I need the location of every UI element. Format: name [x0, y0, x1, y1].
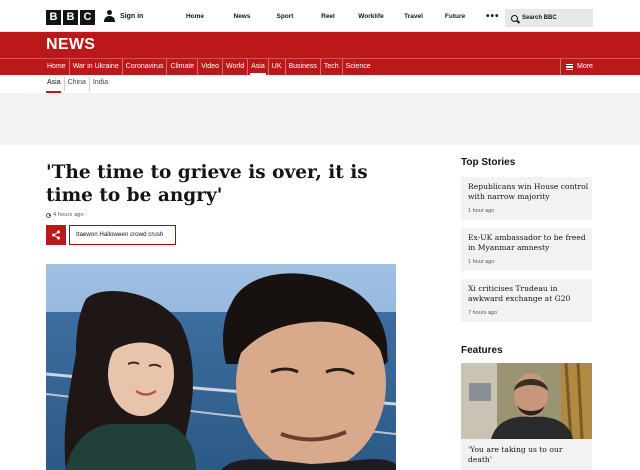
news-nav-asia[interactable]: Asia — [248, 59, 269, 75]
share-icon — [52, 230, 60, 240]
logo-letter-c: C — [80, 10, 95, 25]
timestamp-text: 4 hours ago — [53, 212, 84, 218]
more-menu-button[interactable]: ••• — [486, 11, 500, 22]
top-story-headline[interactable]: Republicans win House control with narro… — [468, 182, 590, 202]
global-nav-sport[interactable]: Sport — [264, 0, 306, 32]
news-banner: NEWS — [0, 32, 640, 58]
clock-icon — [46, 212, 51, 218]
article-timestamp: 4 hours ago — [46, 212, 84, 218]
news-nav-war-in-ukraine[interactable]: War in Ukraine — [70, 59, 123, 75]
advert-placeholder — [0, 93, 640, 145]
feature-headline[interactable]: 'You are taking us to our death' — [468, 445, 588, 465]
more-sections-label: More — [577, 63, 593, 70]
news-nav-home[interactable]: Home — [44, 59, 70, 75]
global-nav-travel[interactable]: Travel — [392, 0, 435, 32]
feature-image[interactable] — [461, 363, 592, 439]
global-nav-future[interactable]: Future — [435, 0, 475, 32]
global-nav-worklife[interactable]: Worklife — [350, 0, 392, 32]
sub-nav-china[interactable]: China — [65, 77, 90, 91]
top-story-time: 1 hour ago — [468, 208, 495, 214]
news-nav-science[interactable]: Science — [343, 59, 374, 75]
logo-letter-b2: B — [63, 10, 78, 25]
feature-card[interactable]: 'You are taking us to our death' — [461, 439, 592, 470]
user-icon — [104, 10, 115, 22]
top-stories-heading: Top Stories — [461, 157, 516, 168]
news-nav: Home War in Ukraine Coronavirus Climate … — [0, 58, 640, 75]
signin-link[interactable]: Sign in — [104, 10, 143, 22]
article-headline: 'The time to grieve is over, it is time … — [46, 162, 368, 206]
search-input[interactable]: Search BBC — [505, 9, 593, 27]
more-sections-button[interactable]: More — [560, 59, 593, 75]
top-story-headline[interactable]: Ex-UK ambassador to be freed in Myanmar … — [468, 233, 590, 253]
logo-letter-b1: B — [46, 10, 61, 25]
search-icon — [511, 14, 518, 22]
global-nav: Home News Sport Reel Worklife Travel Fut… — [170, 0, 475, 32]
news-nav-world[interactable]: World — [223, 59, 249, 75]
news-nav-uk[interactable]: UK — [269, 59, 286, 75]
news-nav-video[interactable]: Video — [198, 59, 223, 75]
news-nav-tech[interactable]: Tech — [321, 59, 343, 75]
top-story-time: 7 hours ago — [468, 310, 498, 316]
top-story-card[interactable]: Xi criticises Trudeau in awkward exchang… — [461, 279, 592, 322]
top-story-headline[interactable]: Xi criticises Trudeau in awkward exchang… — [468, 284, 590, 304]
top-story-card[interactable]: Ex-UK ambassador to be freed in Myanmar … — [461, 228, 592, 271]
global-nav-reel[interactable]: Reel — [306, 0, 350, 32]
global-nav-news[interactable]: News — [220, 0, 264, 32]
news-nav-business[interactable]: Business — [286, 59, 321, 75]
sub-nav-india[interactable]: India — [90, 77, 111, 91]
topic-tag[interactable]: Itaewon Halloween crowd crush — [69, 225, 176, 245]
article-photo — [46, 264, 396, 470]
top-story-card[interactable]: Republicans win House control with narro… — [461, 177, 592, 220]
global-header: B B C Sign in Home News Sport Reel Workl… — [0, 0, 640, 32]
news-nav-coronavirus[interactable]: Coronavirus — [123, 59, 168, 75]
news-nav-climate[interactable]: Climate — [167, 59, 199, 75]
share-button[interactable] — [46, 225, 66, 245]
bbc-logo[interactable]: B B C — [46, 10, 95, 25]
global-nav-home[interactable]: Home — [170, 0, 220, 32]
features-heading: Features — [461, 345, 503, 356]
hamburger-menu-icon — [566, 64, 573, 70]
sub-nav-asia[interactable]: Asia — [44, 77, 65, 93]
top-story-time: 1 hour ago — [468, 259, 495, 265]
section-title[interactable]: NEWS — [46, 36, 95, 54]
search-placeholder: Search BBC — [522, 15, 557, 21]
sub-nav: Asia China India — [44, 77, 111, 93]
signin-label: Sign in — [120, 12, 144, 20]
